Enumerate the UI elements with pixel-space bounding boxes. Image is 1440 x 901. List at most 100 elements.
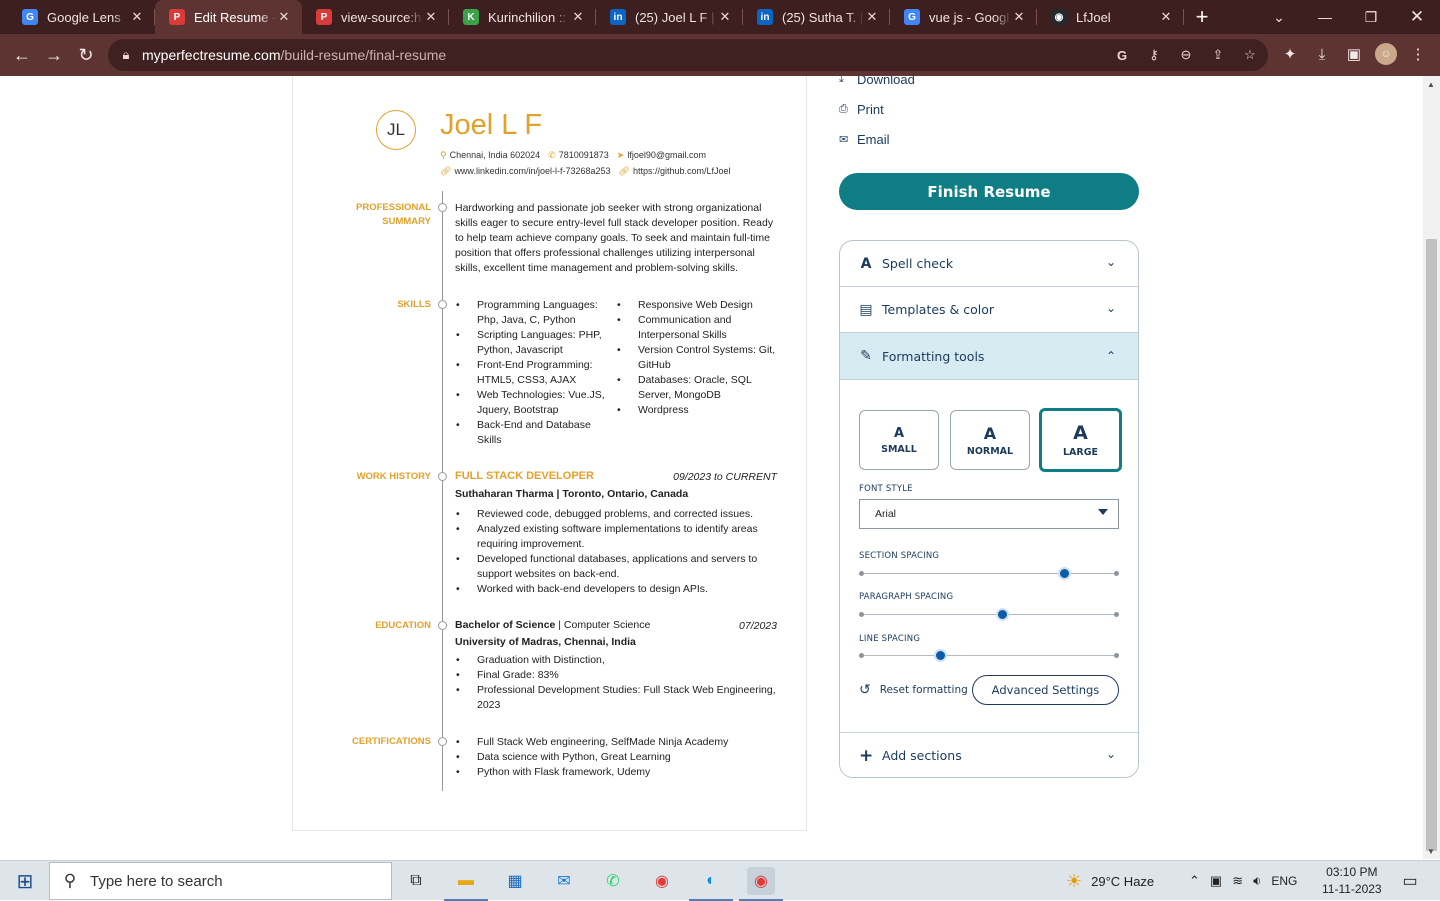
scroll-up-icon[interactable]: ▲ xyxy=(1427,80,1435,89)
email-icon: ➤ xyxy=(616,150,625,160)
browser-tab[interactable]: in (25) Joel L F | L ✕ xyxy=(596,0,743,34)
advanced-settings-button[interactable]: Advanced Settings xyxy=(972,675,1119,705)
scroll-down-icon[interactable]: ▼ xyxy=(1427,847,1435,856)
store-icon[interactable]: ▦ xyxy=(501,867,529,895)
whatsapp-icon[interactable]: ✆ xyxy=(599,867,627,895)
key-icon[interactable]: ⚷ xyxy=(1144,45,1164,65)
download-link[interactable]: ⤓ Download xyxy=(839,76,915,87)
browser-tab[interactable]: P Edit Resume - ✕ xyxy=(155,0,302,34)
chrome-icon[interactable]: ◉ xyxy=(648,867,676,895)
tab-search-icon[interactable]: ⌄ xyxy=(1262,0,1296,34)
forward-icon[interactable]: → xyxy=(38,39,70,71)
browser-tab[interactable]: ◉ LfJoel ✕ xyxy=(1037,0,1184,34)
edge-icon[interactable]: ◐ xyxy=(689,867,733,901)
plus-icon: + xyxy=(859,745,874,766)
tab-favicon-icon: ◉ xyxy=(1051,9,1067,25)
print-link[interactable]: ⎙ Print xyxy=(839,102,884,117)
education-degree: Bachelor of Science | Computer Science xyxy=(455,619,651,631)
share-icon[interactable]: ⇪ xyxy=(1208,45,1228,65)
summary-text: Hardworking and passionate job seeker wi… xyxy=(455,201,780,276)
windows-start-icon[interactable]: ⊞ xyxy=(11,867,39,895)
browser-tab[interactable]: Gvue js - Googl ✕ xyxy=(890,0,1037,34)
list-item: Worked with back-end developers to desig… xyxy=(455,582,785,597)
taskbar-search[interactable]: ⚲ Type here to search xyxy=(49,862,392,900)
close-tab-icon[interactable]: ✕ xyxy=(570,9,586,25)
page-content: JL Joel L F ⚲ Chennai, India 602024 ✆ 7810… xyxy=(0,76,1423,859)
chevron-down-icon: ⌄ xyxy=(1105,301,1116,315)
extensions-icon[interactable]: ✦ xyxy=(1279,43,1301,65)
profile-avatar[interactable]: ☺ xyxy=(1375,43,1397,65)
font-size-small-button[interactable]: A SMALL xyxy=(859,410,939,470)
accordion-templates[interactable]: ▤ Templates & color ⌄ xyxy=(840,287,1138,333)
browser-tab[interactable]: in (25) Sutha T. | ✕ xyxy=(743,0,890,34)
tab-favicon-icon: in xyxy=(757,9,773,25)
task-view-icon[interactable]: ⧉ xyxy=(402,867,430,895)
browser-tab[interactable]: K Kurinchilion :: ✕ xyxy=(449,0,596,34)
slider-knob[interactable] xyxy=(933,649,947,662)
address-bar[interactable]: 🔒︎ myperfectresume.com/build-resume/fina… xyxy=(108,39,1268,71)
clock[interactable]: 03:10 PM 11-11-2023 xyxy=(1322,861,1382,901)
reload-icon[interactable]: ↻ xyxy=(70,39,102,71)
job-dates: 09/2023 to CURRENT xyxy=(673,471,777,483)
section-spacing-slider[interactable] xyxy=(859,567,1119,581)
download-icon[interactable]: ⤓ xyxy=(1311,43,1333,65)
line-spacing-slider[interactable] xyxy=(859,649,1119,663)
new-tab-button[interactable]: + xyxy=(1184,0,1220,34)
close-tab-icon[interactable]: ✕ xyxy=(1011,9,1027,25)
language-indicator[interactable]: ENG xyxy=(1271,874,1297,888)
weather-widget[interactable]: ☀ 29°C Haze xyxy=(1066,861,1154,901)
list-item: Responsive Web Design xyxy=(616,298,786,313)
list-item: Front-End Programming:HTML5, CSS3, AJAX xyxy=(455,358,615,388)
finish-resume-button[interactable]: Finish Resume xyxy=(839,173,1139,210)
accordion-spell-check[interactable]: A Spell check ⌄ xyxy=(840,241,1138,287)
close-tab-icon[interactable]: ✕ xyxy=(864,9,880,25)
accordion-add-sections[interactable]: + Add sections ⌄ xyxy=(840,732,1138,777)
browser-tab[interactable]: Pview-source:ht ✕ xyxy=(302,0,449,34)
sidepanel-icon[interactable]: ▣ xyxy=(1343,43,1365,65)
back-icon[interactable]: ← xyxy=(6,39,38,71)
scrollbar-thumb[interactable] xyxy=(1426,239,1437,851)
restore-button[interactable]: ❐ xyxy=(1354,0,1388,34)
list-item: Wordpress xyxy=(616,403,786,418)
link-icon: 🔗︎ xyxy=(440,166,452,176)
resume-preview[interactable]: JL Joel L F ⚲ Chennai, India 602024 ✆ 7810… xyxy=(292,76,807,831)
email-link[interactable]: ✉ Email xyxy=(839,132,890,147)
meet-now-icon[interactable]: ▣ xyxy=(1210,873,1222,889)
windows-taskbar: ⊞ ⚲ Type here to search ⧉ ▬ ▦ ✉ ✆ ◉ ◐ ◉ … xyxy=(0,860,1440,901)
notifications-icon[interactable]: ▭ xyxy=(1396,867,1424,895)
tab-favicon-icon: G xyxy=(22,9,38,25)
close-tab-icon[interactable]: ✕ xyxy=(1158,9,1174,25)
browser-tab[interactable]: G Google Lens ✕ xyxy=(8,0,155,34)
slider-knob[interactable] xyxy=(996,608,1009,621)
close-tab-icon[interactable]: ✕ xyxy=(423,9,439,25)
wifi-icon[interactable]: ≋ xyxy=(1232,873,1243,889)
accordion-formatting[interactable]: ✎ Formatting tools ⌃ xyxy=(840,333,1138,380)
volume-icon[interactable]: 🔉︎ xyxy=(1253,873,1261,889)
lock-icon[interactable]: 🔒︎ xyxy=(116,45,136,65)
close-tab-icon[interactable]: ✕ xyxy=(717,9,733,25)
zoom-icon[interactable]: ⊖ xyxy=(1176,45,1196,65)
minimize-button[interactable]: — xyxy=(1308,0,1342,34)
mail-icon[interactable]: ✉ xyxy=(550,867,578,895)
page-scrollbar[interactable]: ▲ ▼ xyxy=(1423,76,1440,859)
close-window-button[interactable]: ✕ xyxy=(1400,0,1434,34)
close-tab-icon[interactable]: ✕ xyxy=(129,9,145,25)
google-lens-icon[interactable]: G xyxy=(1112,45,1132,65)
menu-icon[interactable]: ⋮ xyxy=(1407,43,1429,65)
font-style-select[interactable]: Arial xyxy=(859,499,1119,529)
list-item: Reviewed code, debugged problems, and co… xyxy=(455,507,785,522)
font-size-large-button[interactable]: A LARGE xyxy=(1039,408,1122,472)
file-explorer-icon[interactable]: ▬ xyxy=(444,867,488,901)
close-tab-icon[interactable]: ✕ xyxy=(276,9,292,25)
reset-icon: ↺ xyxy=(859,682,871,698)
font-size-normal-button[interactable]: A NORMAL xyxy=(950,410,1030,470)
bookmark-star-icon[interactable]: ☆ xyxy=(1240,45,1260,65)
paragraph-spacing-slider[interactable] xyxy=(859,608,1119,622)
chrome-profile-icon[interactable]: ◉ xyxy=(739,867,783,901)
printer-icon: ⎙ xyxy=(839,103,848,115)
reset-formatting-link[interactable]: ↺ Reset formatting xyxy=(859,682,968,698)
resume-monogram: JL xyxy=(376,110,416,150)
slider-knob[interactable] xyxy=(1058,567,1072,580)
education-date: 07/2023 xyxy=(739,620,777,632)
chevron-up-icon[interactable]: ⌃ xyxy=(1189,873,1200,889)
